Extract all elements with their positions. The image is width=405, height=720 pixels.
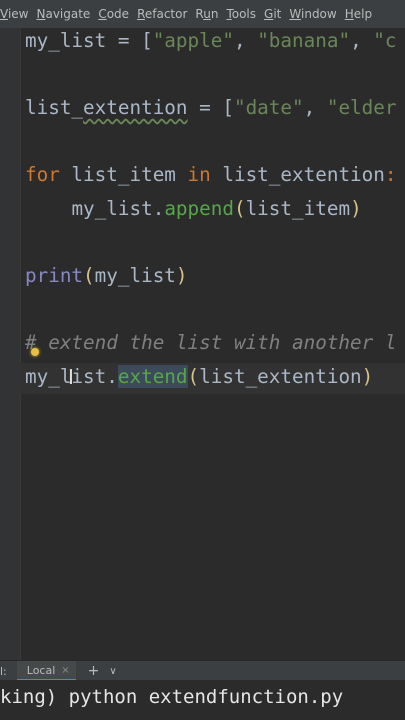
- terminal-panel[interactable]: king) python extendfunction.py: [0, 680, 405, 720]
- menu-refactor[interactable]: Refactor: [133, 7, 191, 21]
- menu-code[interactable]: Code: [94, 7, 133, 21]
- code-area[interactable]: my_list = ["apple", "banana", "c list_ex…: [25, 28, 405, 388]
- text-cursor-icon: I: [68, 365, 74, 389]
- chevron-down-icon[interactable]: ∨: [109, 666, 116, 677]
- plus-icon[interactable]: +: [88, 663, 100, 679]
- close-icon[interactable]: ×: [61, 665, 69, 676]
- menu-navigate[interactable]: Navigate: [32, 7, 94, 21]
- code-line-3[interactable]: for list_item in list_extention:: [25, 160, 396, 190]
- code-line-1[interactable]: my_list = ["apple", "banana", "c: [25, 28, 397, 56]
- menu-help[interactable]: Help: [341, 7, 376, 21]
- terminal-title: l:: [0, 664, 7, 678]
- menu-bar: View Navigate Code Refactor Run Tools Gi…: [0, 0, 405, 29]
- editor-gutter[interactable]: [0, 28, 21, 660]
- menu-git[interactable]: Git: [260, 7, 285, 21]
- tab-local[interactable]: Local ×: [16, 661, 76, 681]
- typo-underline: extention: [83, 96, 188, 119]
- menu-view[interactable]: View: [0, 7, 32, 21]
- code-line-6[interactable]: # extend the list with another l: [25, 328, 396, 358]
- intention-bulb-icon[interactable]: [31, 348, 39, 356]
- terminal-command-line: king) python extendfunction.py: [0, 686, 344, 708]
- code-editor[interactable]: my_list = ["apple", "banana", "c list_ex…: [0, 28, 405, 660]
- ide-window: View Navigate Code Refactor Run Tools Gi…: [0, 0, 405, 720]
- menu-tools[interactable]: Tools: [222, 7, 260, 21]
- highlighted-method: extend: [117, 365, 188, 388]
- terminal-tab-bar: l: Local × + ∨: [0, 660, 405, 681]
- tab-local-label: Local: [26, 663, 56, 677]
- code-line-7[interactable]: my_list.extend(list_extention): [25, 362, 373, 392]
- code-line-4[interactable]: my_list.append(list_item): [25, 194, 361, 224]
- menu-window[interactable]: Window: [285, 7, 340, 21]
- code-line-5[interactable]: print(my_list): [25, 261, 188, 291]
- menu-run[interactable]: Run: [191, 7, 222, 21]
- code-line-2[interactable]: list_extention = ["date", "elder: [25, 93, 397, 123]
